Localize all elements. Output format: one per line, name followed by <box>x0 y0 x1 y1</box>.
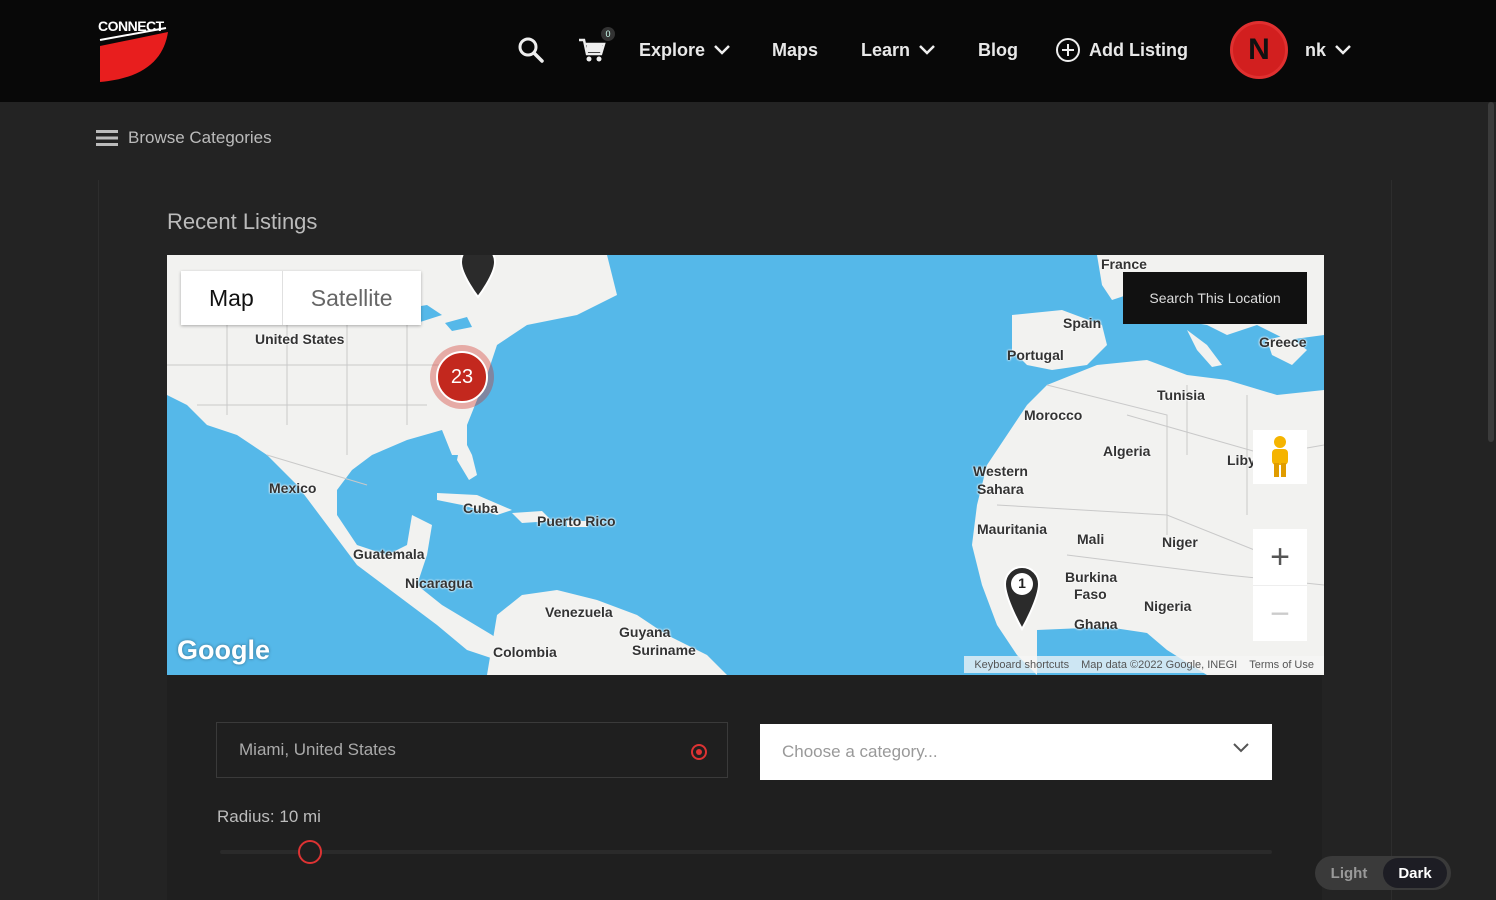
map-label: Colombia <box>493 644 557 660</box>
chevron-down-icon <box>1233 743 1249 753</box>
nav-maps[interactable]: Maps <box>772 38 818 62</box>
map-label: Portugal <box>1007 347 1064 363</box>
map-label: Faso <box>1074 586 1107 602</box>
nav-learn-label: Learn <box>861 39 911 60</box>
map-marker-icon[interactable] <box>459 255 497 299</box>
map-label: Spain <box>1063 315 1102 331</box>
map-label: Suriname <box>632 642 696 658</box>
map-label: Guatemala <box>353 546 425 562</box>
pegman-figure-icon <box>1272 436 1288 477</box>
browse-categories-button[interactable]: Browse Categories <box>96 128 272 148</box>
zoom-out-button[interactable]: − <box>1253 585 1307 642</box>
map-cluster-marker[interactable]: 23 <box>430 345 494 409</box>
zoom-controls: + − <box>1253 529 1307 641</box>
map-label: Puerto Rico <box>537 513 616 529</box>
map-label: Venezuela <box>545 604 613 620</box>
user-name: nk <box>1305 39 1327 60</box>
radius-label: Radius: 10 mi <box>217 807 321 826</box>
map-label: Morocco <box>1024 407 1083 423</box>
category-select[interactable]: Choose a category... <box>760 724 1272 780</box>
street-view-pegman-icon[interactable] <box>1253 430 1307 484</box>
cluster-count: 23 <box>436 351 488 403</box>
theme-toggle[interactable]: Light Dark <box>1315 856 1451 890</box>
map-label: France <box>1101 256 1147 272</box>
chevron-down-icon <box>919 45 935 55</box>
map-label: Greece <box>1259 334 1307 350</box>
map-label: Nicaragua <box>405 575 473 591</box>
search-this-location-button[interactable]: Search This Location <box>1123 272 1307 324</box>
nav-explore[interactable]: Explore <box>639 38 731 62</box>
map-type-map-button[interactable]: Map <box>181 271 283 325</box>
map-label: Algeria <box>1103 443 1151 459</box>
map-marker-icon[interactable]: 1 <box>1003 565 1041 631</box>
theme-dark-option[interactable]: Dark <box>1383 858 1447 888</box>
map-label: Liby <box>1227 452 1256 468</box>
locate-me-icon[interactable] <box>691 744 707 760</box>
map-label: Burkina <box>1065 569 1118 585</box>
user-menu[interactable]: nk <box>1305 38 1352 62</box>
map-label: Mexico <box>269 480 317 496</box>
site-logo[interactable]: CONNECT <box>98 18 170 84</box>
map-type-toggle: Map Satellite <box>181 271 421 325</box>
map-label: Niger <box>1162 534 1198 550</box>
top-navigation-bar: CONNECT 0 Explore Maps Learn Blog Add Li… <box>0 0 1496 102</box>
map-label: Guyana <box>619 624 671 640</box>
marker-count: 1 <box>1018 575 1026 591</box>
user-avatar[interactable]: N <box>1230 21 1288 79</box>
cart-count-badge: 0 <box>601 27 615 41</box>
location-input[interactable]: Miami, United States <box>216 722 728 778</box>
category-placeholder: Choose a category... <box>782 742 938 761</box>
nav-explore-label: Explore <box>639 39 706 60</box>
map-label: Nigeria <box>1144 598 1192 614</box>
search-icon[interactable] <box>515 34 547 66</box>
terms-of-use-link[interactable]: Terms of Use <box>1249 659 1314 671</box>
map-label: Cuba <box>463 500 498 516</box>
map-label: Ghana <box>1074 616 1118 632</box>
nav-blog-label: Blog <box>978 39 1018 60</box>
listings-map[interactable]: United States Mexico Cuba Puerto Rico Gu… <box>167 255 1324 675</box>
logo-text: CONNECT <box>98 18 164 34</box>
map-attribution: Keyboard shortcuts Map data ©2022 Google… <box>964 656 1324 673</box>
map-data-text: Map data ©2022 Google, INEGI <box>1081 658 1238 671</box>
plus-circle-icon <box>1056 38 1080 62</box>
nav-blog[interactable]: Blog <box>978 38 1018 62</box>
nav-add-listing-label: Add Listing <box>1089 39 1188 60</box>
zoom-in-button[interactable]: + <box>1253 529 1307 585</box>
nav-learn[interactable]: Learn <box>861 38 936 62</box>
keyboard-shortcuts-link[interactable]: Keyboard shortcuts <box>974 659 1069 671</box>
section-title: Recent Listings <box>167 209 318 234</box>
radius-slider-track[interactable] <box>220 850 1272 854</box>
google-logo: Google <box>177 635 270 665</box>
browse-categories-label: Browse Categories <box>128 128 272 147</box>
map-label: Sahara <box>977 481 1024 497</box>
listing-search-form <box>167 675 1322 900</box>
radius-slider-handle[interactable] <box>298 840 322 864</box>
hamburger-menu-icon <box>96 130 118 146</box>
theme-light-option[interactable]: Light <box>1315 865 1383 882</box>
map-label: United States <box>255 331 345 347</box>
map-label: Mauritania <box>977 521 1048 537</box>
nav-maps-label: Maps <box>772 39 819 60</box>
page-scrollbar[interactable] <box>1488 102 1494 442</box>
map-type-satellite-button[interactable]: Satellite <box>283 271 421 325</box>
nav-add-listing[interactable]: Add Listing <box>1055 38 1188 62</box>
map-label: Mali <box>1077 531 1105 547</box>
chevron-down-icon <box>714 45 730 55</box>
map-label: Western <box>973 463 1028 479</box>
map-label: Tunisia <box>1157 387 1205 403</box>
chevron-down-icon <box>1335 45 1351 55</box>
